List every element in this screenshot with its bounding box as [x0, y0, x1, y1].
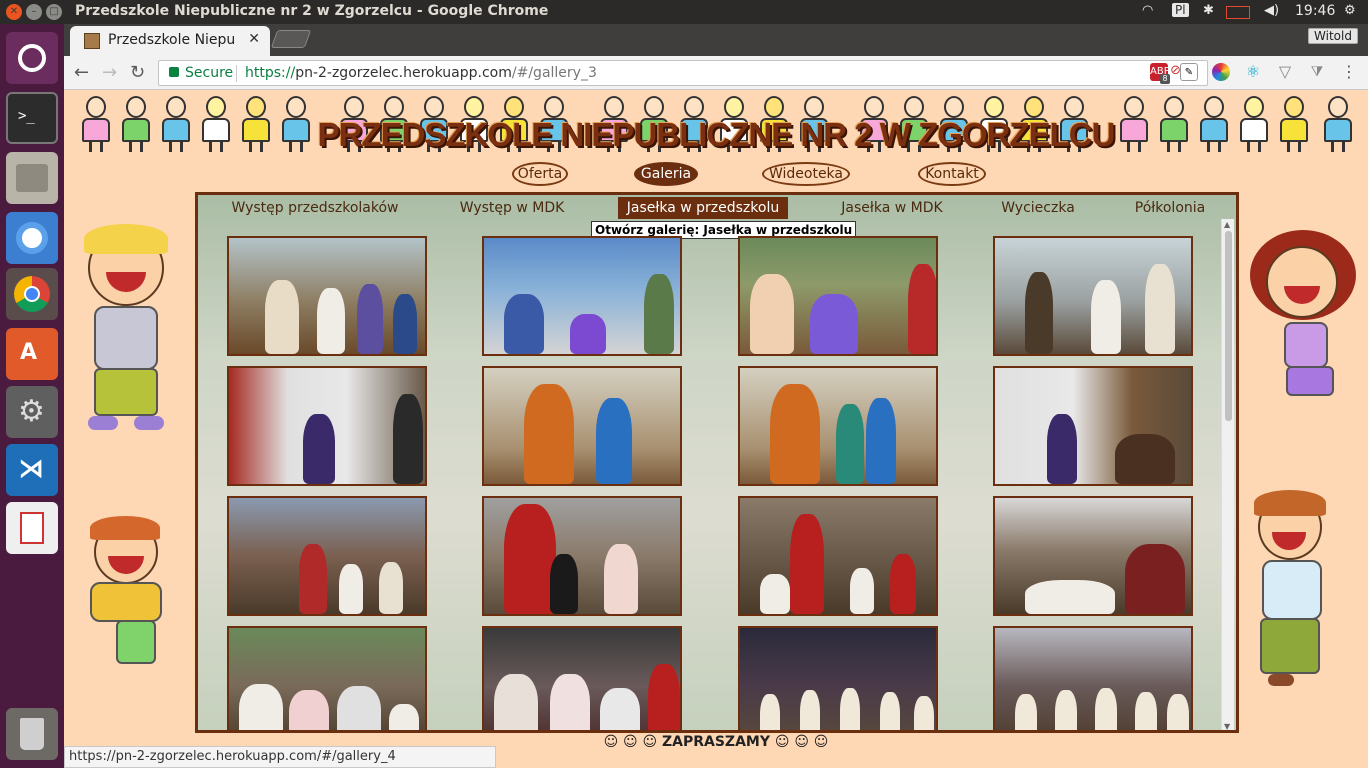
window-title: Przedszkole Niepubliczne nr 2 w Zgorzelc…: [75, 3, 549, 19]
settings-gear-icon[interactable]: ⚙: [1344, 3, 1356, 18]
react-devtools-icon[interactable]: ⚛: [1244, 63, 1262, 81]
battery-icon[interactable]: [1226, 6, 1250, 19]
document-viewer-icon[interactable]: [6, 502, 58, 554]
back-arrow-icon[interactable]: ←: [74, 62, 89, 83]
gallery-scrollbar[interactable]: ▲ ▼: [1221, 219, 1234, 730]
cartoon-boy-left-bottom: [70, 516, 192, 670]
gallery-photo[interactable]: [227, 496, 427, 616]
site-title: PRZEDSZKOLE NIEPUBLICZNE NR 2 W ZGORZELC…: [317, 116, 1116, 153]
unity-launcher: >_ A ⚙ ⋊: [0, 24, 64, 768]
page-viewport: PRZEDSZKOLE NIEPUBLICZNE NR 2 W ZGORZELC…: [64, 90, 1368, 768]
url-host: pn-2-zgorzelec.herokuapp.com: [295, 65, 512, 81]
software-center-icon[interactable]: A: [6, 328, 58, 380]
chromium-icon[interactable]: [6, 212, 58, 264]
url-text[interactable]: https://pn-2-zgorzelec.herokuapp.com/#/g…: [245, 65, 597, 81]
gallery-tab-jaselka-mdk[interactable]: Jasełka w MDK: [834, 197, 950, 219]
files-icon[interactable]: [6, 152, 58, 204]
url-path: /#/gallery_3: [511, 65, 597, 81]
close-tab-icon[interactable]: ✕: [248, 31, 260, 47]
gallery-tab-polkolonia[interactable]: Półkolonia: [1128, 197, 1212, 219]
color-picker-icon[interactable]: [1212, 63, 1230, 81]
nav-kontakt[interactable]: Kontakt: [918, 162, 986, 186]
notes-extension-icon[interactable]: ✎: [1180, 63, 1198, 81]
cartoon-boy-right-bottom: [1242, 490, 1342, 694]
gallery-photo[interactable]: [482, 236, 682, 356]
extension-funnel-icon[interactable]: ⧩: [1308, 63, 1326, 81]
system-top-bar: ✕ – □ Przedszkole Niepubliczne nr 2 w Zg…: [0, 0, 1368, 24]
gallery-photo[interactable]: [227, 236, 427, 356]
keyboard-layout-indicator[interactable]: Pl: [1172, 3, 1189, 17]
gallery-photo[interactable]: [993, 626, 1193, 730]
close-window-icon[interactable]: ✕: [6, 4, 22, 20]
wifi-icon[interactable]: ◠: [1142, 3, 1153, 18]
address-bar[interactable]: Secure https://pn-2-zgorzelec.herokuapp.…: [158, 60, 1208, 86]
gallery-photo[interactable]: [738, 626, 938, 730]
link-status-bubble: https://pn-2-zgorzelec.herokuapp.com/#/g…: [64, 746, 496, 768]
gallery-photo[interactable]: [993, 496, 1193, 616]
trash-icon[interactable]: [6, 708, 58, 760]
chrome-icon[interactable]: [6, 268, 58, 320]
gallery-photo[interactable]: [227, 366, 427, 486]
scroll-down-arrow-icon[interactable]: ▼: [1224, 722, 1230, 730]
url-scheme: https://: [245, 65, 296, 81]
tab-title: Przedszkole Niepu: [108, 32, 236, 48]
nav-oferta[interactable]: Oferta: [512, 162, 568, 186]
cartoon-girl-right-top: [1244, 230, 1362, 420]
nav-galeria[interactable]: Galeria: [634, 162, 698, 186]
gallery-tab-jaselka-przedszkole[interactable]: Jasełka w przedszkolu: [618, 197, 788, 219]
profile-button[interactable]: Witold: [1308, 28, 1358, 44]
reload-icon[interactable]: ↻: [130, 62, 145, 83]
gallery-photo[interactable]: [993, 236, 1193, 356]
cartoon-boy-left-top: [70, 224, 182, 440]
bluetooth-icon[interactable]: ✱: [1203, 3, 1214, 18]
gallery-photo[interactable]: [482, 626, 682, 730]
omnibox-separator: [236, 65, 237, 82]
nav-wideoteka[interactable]: Wideoteka: [762, 162, 850, 186]
gallery-photo[interactable]: [738, 236, 938, 356]
gallery-photo[interactable]: [482, 496, 682, 616]
forward-arrow-icon[interactable]: →: [102, 62, 117, 83]
secure-label: Secure: [185, 65, 234, 81]
gallery-photo[interactable]: [738, 366, 938, 486]
gallery-tab-wycieczka[interactable]: Wycieczka: [998, 197, 1078, 219]
adblock-badge: 8: [1160, 74, 1170, 84]
volume-icon[interactable]: ◀): [1264, 3, 1279, 18]
browser-tab[interactable]: Przedszkole Niepu ✕: [70, 26, 270, 56]
gallery-panel: Występ przedszkolaków Występ w MDK Jaseł…: [195, 192, 1239, 733]
vue-devtools-icon[interactable]: ▽: [1276, 63, 1294, 81]
gallery-photo[interactable]: [482, 366, 682, 486]
terminal-icon[interactable]: >_: [6, 92, 58, 144]
scrollbar-thumb[interactable]: [1225, 231, 1232, 421]
browser-toolbar: ← → ↻ Secure https://pn-2-zgorzelec.hero…: [64, 56, 1368, 90]
clock[interactable]: 19:46: [1295, 3, 1335, 19]
gallery-photo[interactable]: [993, 366, 1193, 486]
lock-icon: [169, 67, 179, 77]
gallery-photo[interactable]: [738, 496, 938, 616]
minimize-window-icon[interactable]: –: [26, 4, 42, 20]
system-settings-icon[interactable]: ⚙: [6, 386, 58, 438]
gallery-tab-wystep-mdk[interactable]: Występ w MDK: [452, 197, 572, 219]
favicon-icon: [84, 33, 100, 49]
scroll-up-arrow-icon[interactable]: ▲: [1224, 220, 1230, 229]
gallery-photo[interactable]: [227, 626, 427, 730]
maximize-window-icon[interactable]: □: [46, 4, 62, 20]
new-tab-button[interactable]: [270, 30, 312, 48]
ubuntu-dash-icon[interactable]: [6, 32, 58, 84]
gallery-tab-wystep-przedszkolakow[interactable]: Występ przedszkolaków: [226, 197, 404, 219]
menu-kebab-icon[interactable]: ⋮: [1340, 63, 1358, 81]
vscode-icon[interactable]: ⋊: [6, 444, 58, 496]
